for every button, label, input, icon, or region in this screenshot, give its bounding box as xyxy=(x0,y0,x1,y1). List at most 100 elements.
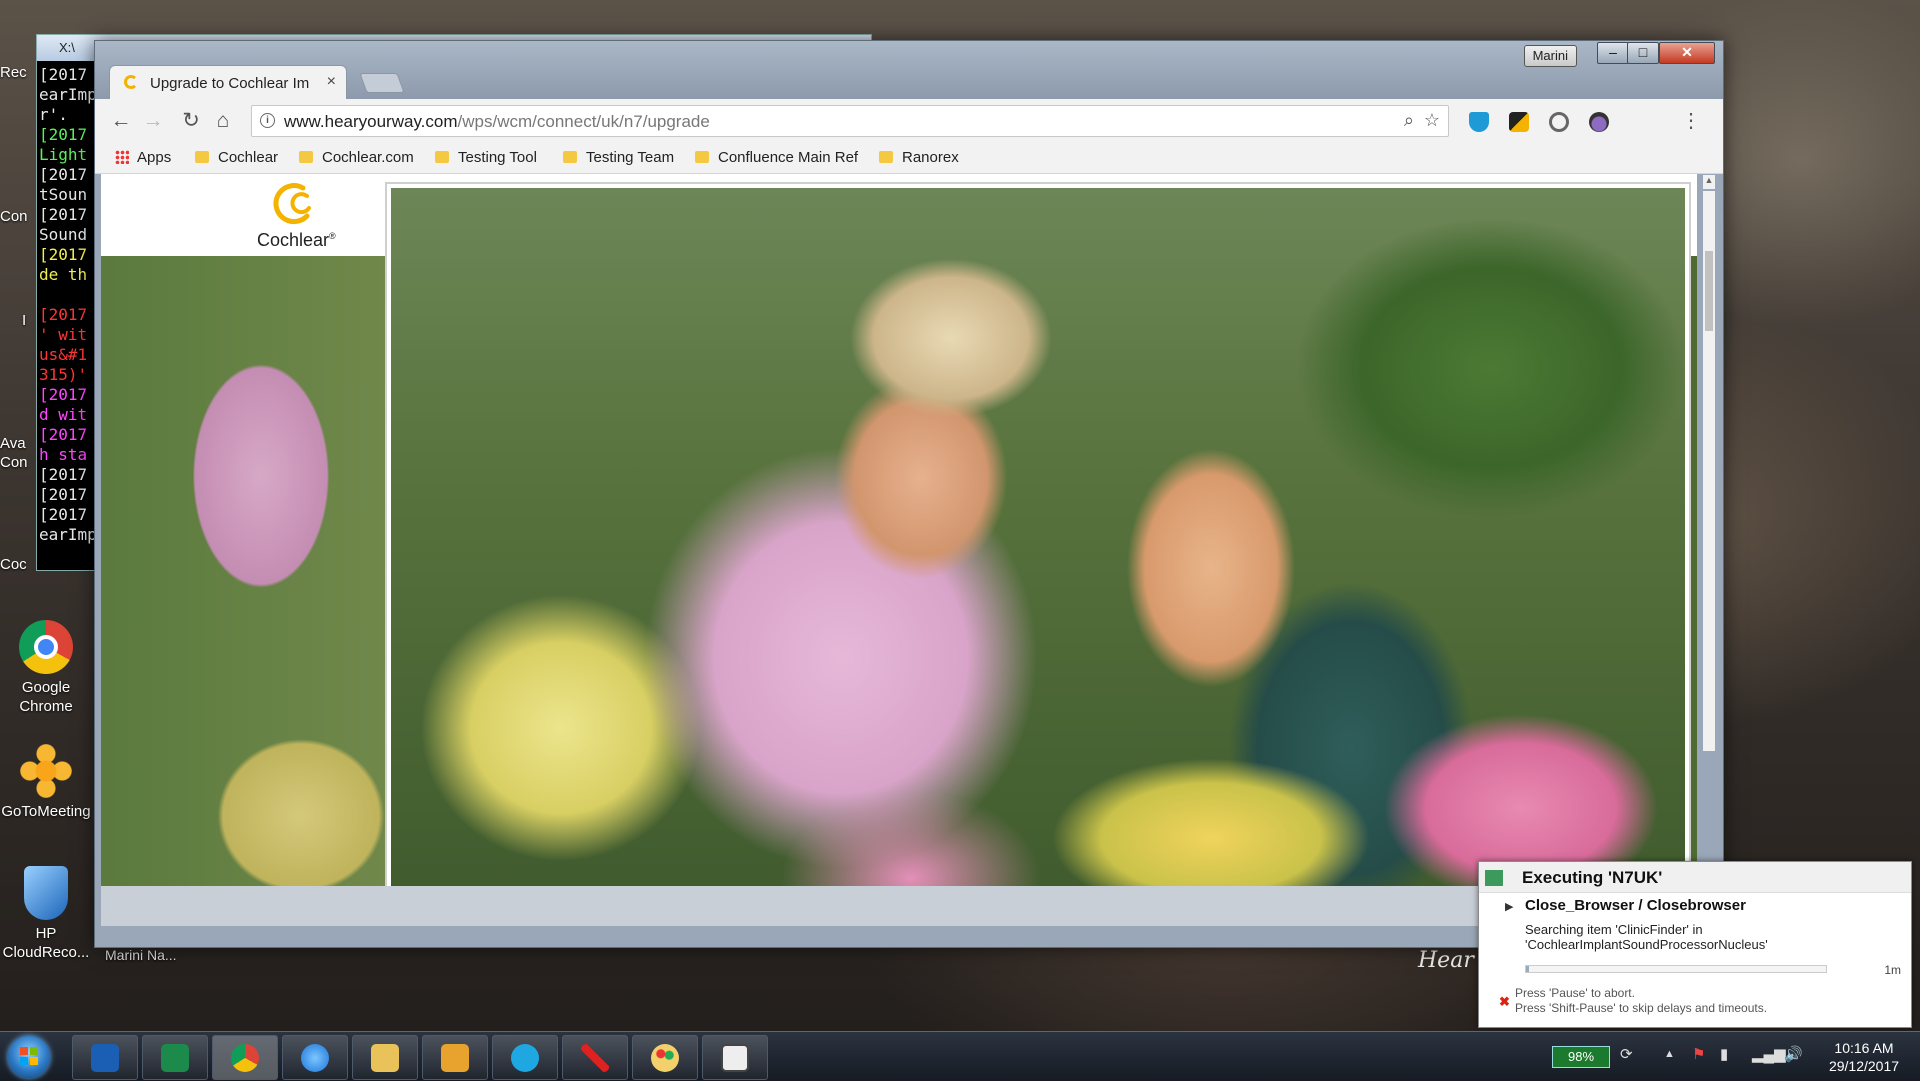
battery-indicator[interactable]: 98% xyxy=(1552,1046,1610,1068)
taskbar-sharepoint[interactable] xyxy=(142,1035,208,1080)
bookmark-ranorex[interactable]: Ranorex xyxy=(879,149,959,166)
ranorex-hint: Press 'Shift-Pause' to skip delays and t… xyxy=(1515,1001,1768,1015)
bookmark-testing-team[interactable]: Testing Team xyxy=(563,149,674,166)
taskbar-internet-explorer[interactable] xyxy=(282,1035,348,1080)
bookmark-star-icon[interactable]: ☆ xyxy=(1424,110,1440,131)
bookmark-cochlear[interactable]: Cochlear xyxy=(195,149,278,166)
zoom-icon[interactable]: ⌕ xyxy=(1404,110,1414,131)
folder-icon xyxy=(299,151,313,163)
forward-icon[interactable]: → xyxy=(139,107,167,135)
cochlear-logo-text[interactable]: Cochlear® xyxy=(257,230,336,251)
close-window-button[interactable]: ✕ xyxy=(1659,42,1715,64)
ranorex-hints: Press 'Pause' to abort. Press 'Shift-Pau… xyxy=(1515,986,1767,1016)
window-titlebar[interactable]: Marini – □ ✕ Upgrade to Cochlear Imp × xyxy=(95,41,1723,100)
window-footer-name: Marini Na... xyxy=(105,947,177,963)
chrome-icon xyxy=(19,620,73,674)
chrome-menu-icon[interactable]: ⋮ xyxy=(1681,108,1701,134)
bookmarks-bar: Apps Cochlear Cochlear.com Testing Tool … xyxy=(95,143,1723,174)
bookmark-cochlear-com[interactable]: Cochlear.com xyxy=(299,149,414,166)
lightbox-photo xyxy=(391,188,1685,886)
folder-icon xyxy=(695,151,709,163)
bookmark-apps[interactable]: Apps xyxy=(115,149,171,166)
image-lightbox[interactable] xyxy=(385,182,1691,886)
cochlear-logo-icon[interactable] xyxy=(273,182,317,226)
taskbar-file-explorer[interactable] xyxy=(352,1035,418,1080)
taskbar-skype[interactable] xyxy=(492,1035,558,1080)
extension-sync-icon[interactable] xyxy=(1549,112,1569,132)
logo-registered-mark: ® xyxy=(329,231,336,241)
desktop-icon-partial-label[interactable]: Rec xyxy=(0,64,27,81)
tab-title: Upgrade to Cochlear Imp xyxy=(150,75,310,92)
desktop-icon-partial-label[interactable]: I xyxy=(22,312,26,329)
back-icon[interactable]: ← xyxy=(107,107,135,135)
extension-todo-icon[interactable] xyxy=(1509,112,1529,132)
bookmark-testing-tool[interactable]: Testing Tool xyxy=(435,149,537,166)
ranorex-progress-popup[interactable]: Executing 'N7UK' ▶ Close_Browser / Close… xyxy=(1478,861,1912,1028)
desktop-icon-partial-label[interactable]: Ava Con xyxy=(0,434,30,472)
bookmark-label: Testing Team xyxy=(586,149,675,166)
apps-grid-icon xyxy=(115,150,129,164)
start-button[interactable] xyxy=(8,1036,50,1078)
ranorex-title: Executing 'N7UK' xyxy=(1522,868,1663,887)
desktop-icon-label: Google Chrome xyxy=(19,679,73,715)
device-icon[interactable]: ▮ xyxy=(1720,1045,1728,1063)
show-hidden-icons-arrow[interactable]: ▲ xyxy=(1664,1048,1675,1060)
home-icon[interactable]: ⌂ xyxy=(209,107,237,135)
browser-toolbar: ← → ↻ ⌂ i www.hearyourway.com/wps/wcm/co… xyxy=(95,99,1723,143)
desktop-icon-gotomeeting[interactable]: GoToMeeting xyxy=(0,744,92,821)
url-text[interactable]: www.hearyourway.com/wps/wcm/connect/uk/n… xyxy=(284,112,710,132)
volume-icon[interactable]: 🔊 xyxy=(1784,1045,1803,1063)
tab-close-button[interactable]: × xyxy=(327,73,336,91)
bookmark-label: Apps xyxy=(137,149,172,166)
ranorex-description-line: 'CochlearImplantSoundProcessorNucleus' xyxy=(1525,937,1768,952)
gotomeeting-icon xyxy=(19,744,73,798)
system-clock[interactable]: 10:16 AM 29/12/2017 xyxy=(1814,1039,1914,1075)
console-window-icon xyxy=(721,1044,749,1072)
internet-explorer-icon xyxy=(301,1044,329,1072)
taskbar-chrome[interactable] xyxy=(212,1035,278,1080)
taskbar-paint[interactable] xyxy=(632,1035,698,1080)
desktop-icon-google-chrome[interactable]: Google Chrome xyxy=(0,620,92,716)
taskbar-media-player[interactable] xyxy=(422,1035,488,1080)
scrollbar-thumb[interactable] xyxy=(1705,251,1713,331)
taskbar-snipping-tool[interactable] xyxy=(562,1035,628,1080)
address-bar[interactable]: i www.hearyourway.com/wps/wcm/connect/uk… xyxy=(251,105,1449,137)
network-sync-icon[interactable]: ⟳ xyxy=(1620,1045,1633,1063)
sharepoint-icon xyxy=(161,1044,189,1072)
folder-icon xyxy=(879,151,893,163)
windows-logo-icon xyxy=(20,1047,38,1065)
folder-icon xyxy=(435,151,449,163)
url-path: /wps/wcm/connect/uk/n7/upgrade xyxy=(457,112,710,131)
page-viewport[interactable]: Cochlear® xyxy=(101,174,1697,886)
profile-button[interactable]: Marini xyxy=(1523,45,1577,67)
signal-strength-icon[interactable]: ▂▄▆ xyxy=(1752,1045,1786,1063)
page-scrollbar[interactable] xyxy=(1703,191,1715,751)
scroll-up-arrow-icon[interactable]: ▲ xyxy=(1703,175,1715,189)
url-domain: www.hearyourway.com xyxy=(284,112,458,131)
bookmark-label: Confluence Main Ref xyxy=(718,149,859,166)
extension-shield-icon[interactable] xyxy=(1469,112,1489,132)
clock-time: 10:16 AM xyxy=(1834,1040,1894,1056)
folder-icon xyxy=(563,151,577,163)
new-tab-button[interactable] xyxy=(359,73,405,93)
maximize-button[interactable]: □ xyxy=(1627,42,1659,64)
window-bottom-bar xyxy=(101,886,1697,926)
ranorex-hint: Press 'Pause' to abort. xyxy=(1515,986,1635,1000)
desktop-icon-label: HP CloudReco... xyxy=(2,925,90,961)
bookmark-confluence-main-ref[interactable]: Confluence Main Ref xyxy=(695,149,858,166)
minimize-button[interactable]: – xyxy=(1597,42,1629,64)
desktop-icon-partial-label[interactable]: Coc xyxy=(0,556,27,573)
reload-icon[interactable]: ↻ xyxy=(177,107,205,135)
chrome-window[interactable]: Marini – □ ✕ Upgrade to Cochlear Imp × ←… xyxy=(94,40,1724,948)
desktop-icon-partial-label[interactable]: Con xyxy=(0,208,28,225)
extension-user-icon[interactable] xyxy=(1589,112,1609,132)
expand-arrow-icon[interactable]: ▶ xyxy=(1505,900,1513,913)
desktop-icon-hp-cloudrecovery[interactable]: HP CloudReco... xyxy=(0,866,92,962)
taskbar-console[interactable] xyxy=(702,1035,768,1080)
site-info-icon[interactable]: i xyxy=(260,113,275,128)
tab-upgrade-cochlear[interactable]: Upgrade to Cochlear Imp × xyxy=(109,65,347,100)
abort-x-icon: ✖ xyxy=(1499,994,1510,1009)
logo-wordmark: Cochlear xyxy=(257,230,330,250)
action-center-flag-icon[interactable]: ⚑ xyxy=(1692,1045,1705,1063)
taskbar-outlook[interactable] xyxy=(72,1035,138,1080)
